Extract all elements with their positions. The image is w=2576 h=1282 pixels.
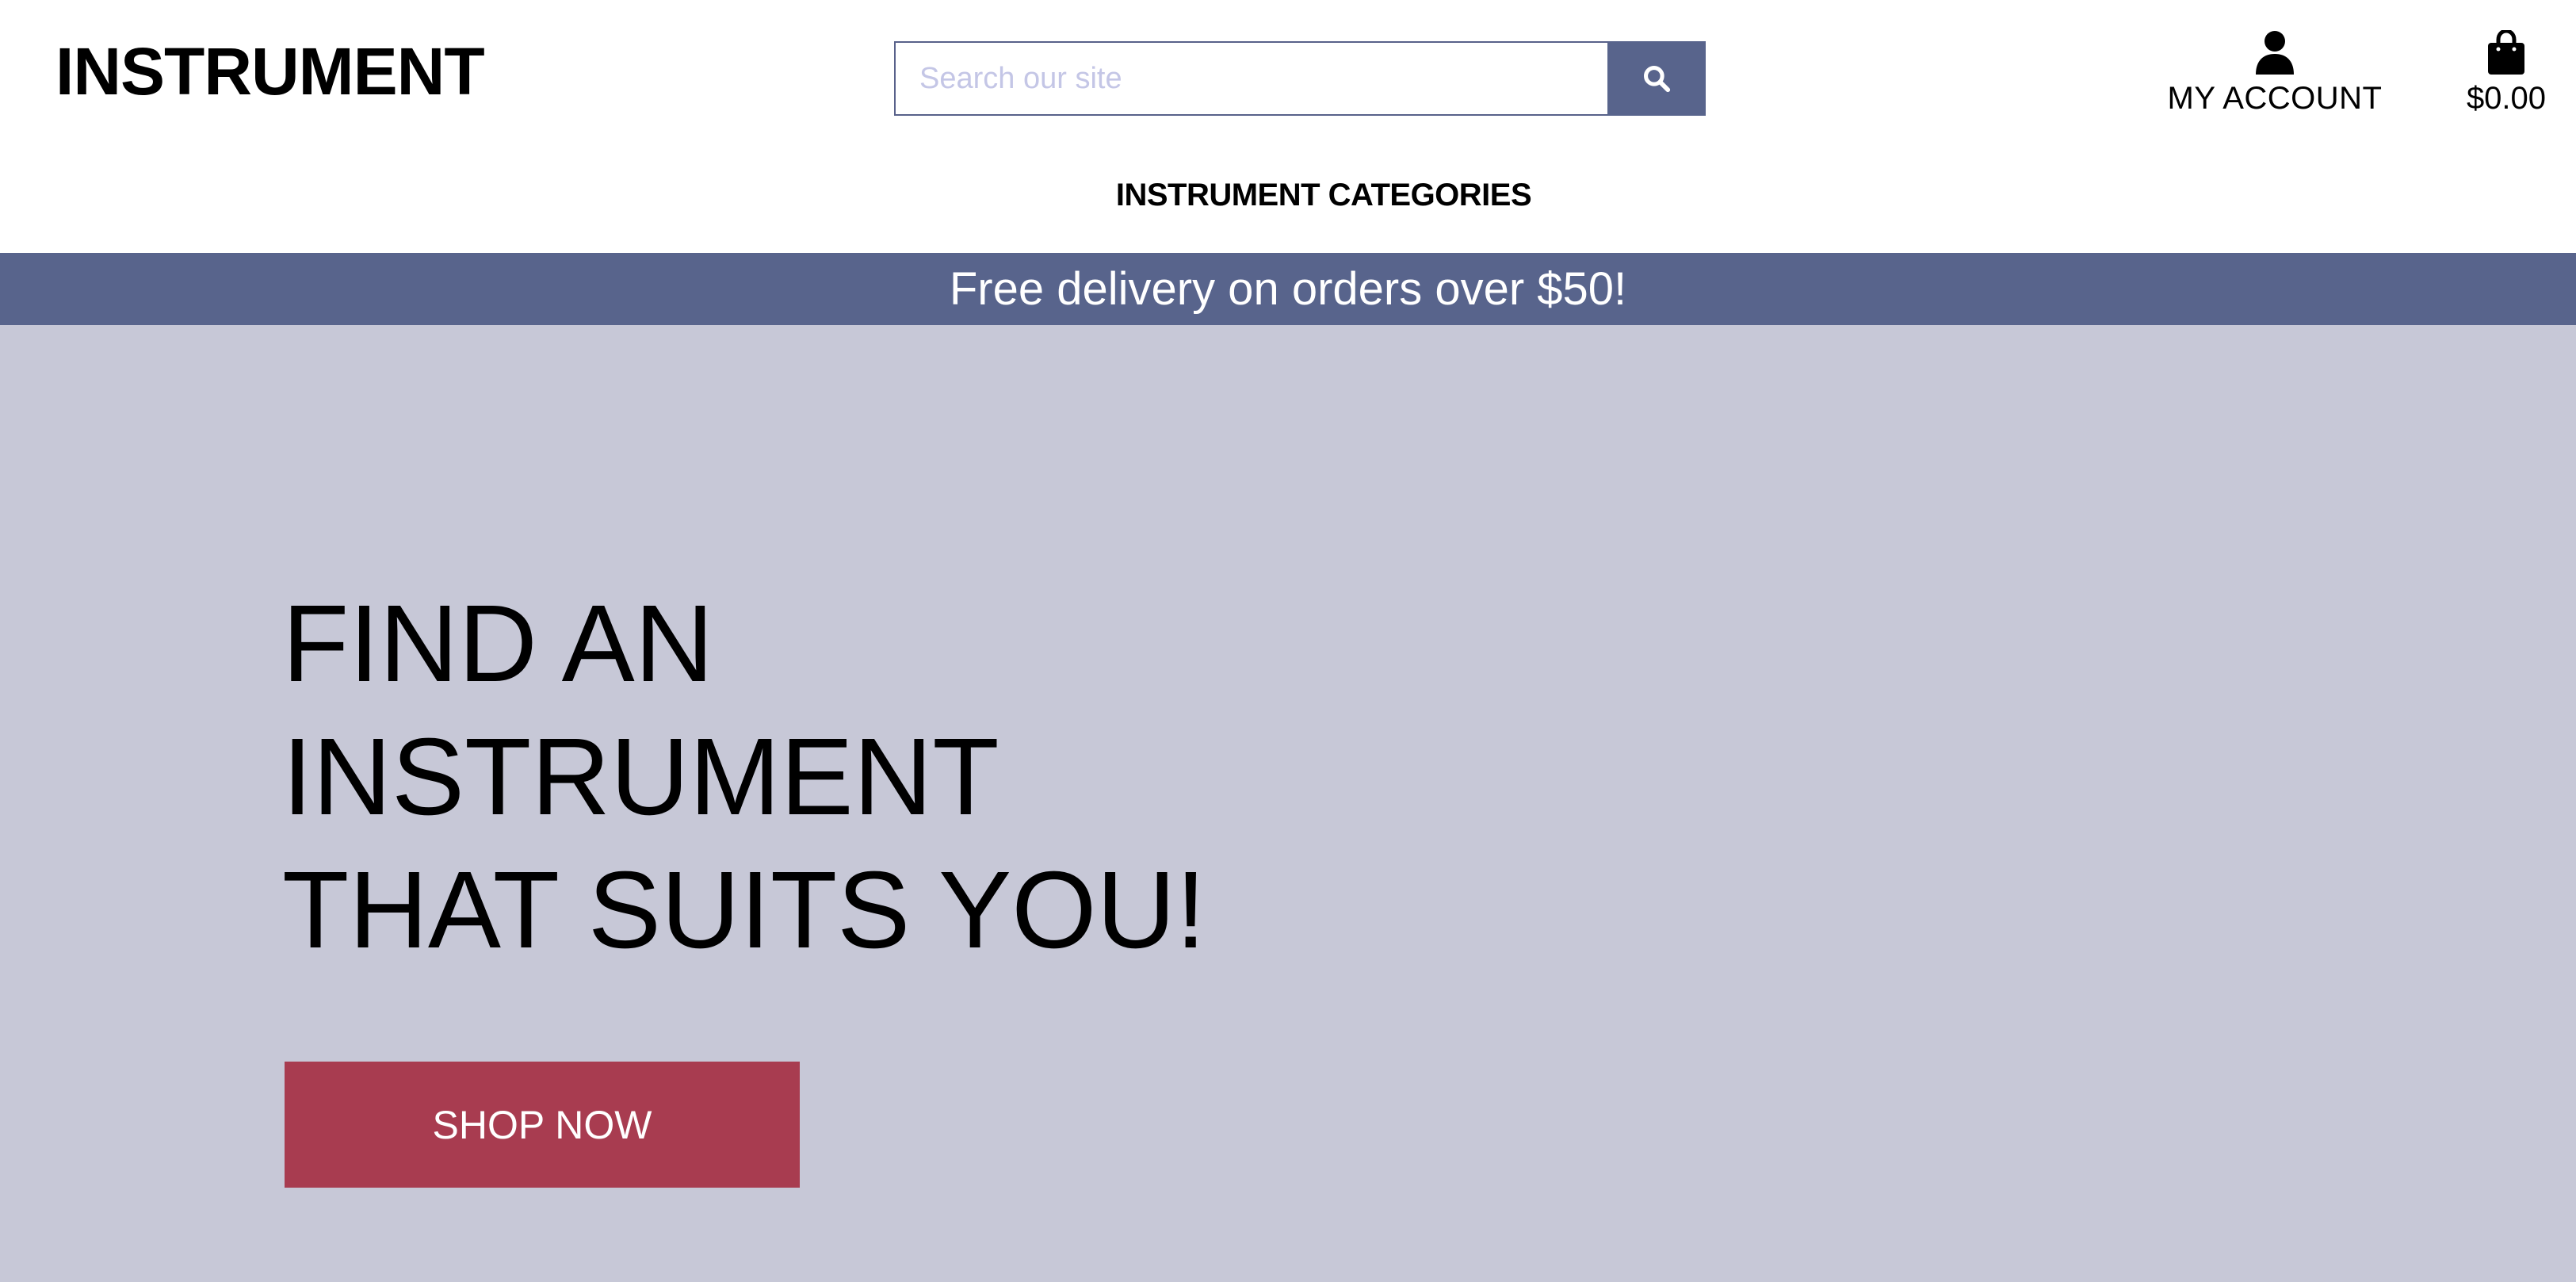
site-header: INSTRUMENT MY ACCOUNT $0.: [0, 0, 2576, 253]
search-button[interactable]: [1607, 41, 1706, 116]
shop-now-button[interactable]: SHOP NOW: [285, 1062, 800, 1188]
hero-title-line-3: THAT SUITS YOU!: [282, 849, 1206, 971]
my-account-label: MY ACCOUNT: [2167, 81, 2383, 116]
shopping-bag-icon: [2488, 29, 2524, 75]
user-icon-wrap: [2164, 30, 2386, 76]
hero-section: FIND AN INSTRUMENT THAT SUITS YOU! SHOP NO…: [0, 325, 2576, 1282]
search-input[interactable]: [894, 41, 1607, 116]
search-icon: [1644, 66, 1671, 93]
bag-total: $0.00: [2466, 81, 2547, 116]
main-nav: INSTRUMENT CATEGORIES: [0, 178, 2576, 213]
promo-text: Free delivery on orders over $50!: [949, 263, 1627, 315]
search-form: [894, 41, 1706, 116]
promo-banner: Free delivery on orders over $50!: [0, 253, 2576, 325]
shopping-bag-link[interactable]: $0.00: [2457, 29, 2555, 117]
hero-title: FIND AN INSTRUMENT THAT SUITS YOU!: [282, 577, 1313, 977]
hero-title-line-1: FIND AN: [282, 583, 714, 705]
site-logo[interactable]: INSTRUMENT: [55, 38, 485, 105]
nav-instrument-categories[interactable]: INSTRUMENT CATEGORIES: [1116, 178, 1532, 212]
my-account-link[interactable]: MY ACCOUNT: [2164, 30, 2386, 117]
user-icon: [2256, 31, 2294, 75]
hero-title-line-2: INSTRUMENT: [282, 716, 999, 838]
bag-icon-wrap: [2457, 29, 2555, 76]
